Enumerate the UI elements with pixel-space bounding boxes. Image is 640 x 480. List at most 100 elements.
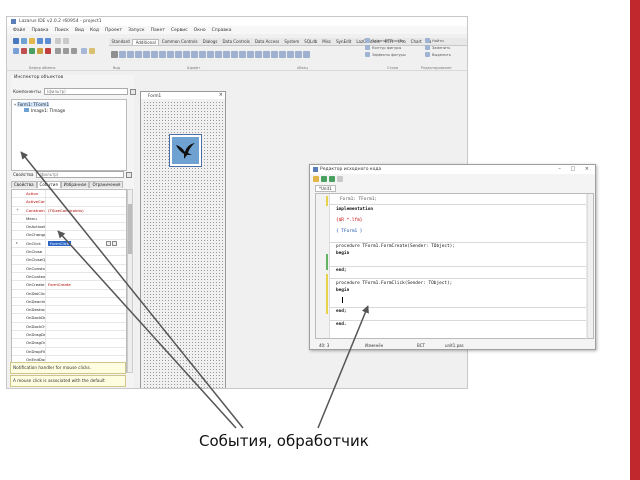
event-row[interactable]: OnDblClick — [12, 289, 126, 298]
component-icon[interactable] — [263, 50, 270, 58]
event-row[interactable]: ActiveControl — [12, 198, 126, 207]
code-line[interactable]: end; — [336, 268, 347, 273]
component-icon[interactable] — [247, 50, 254, 58]
component-icon[interactable] — [135, 50, 142, 58]
tab-data-controls[interactable]: Data Controls — [220, 39, 252, 44]
component-icon[interactable] — [239, 50, 246, 58]
event-row[interactable]: OnChangeBounds — [12, 231, 126, 240]
event-value[interactable]: (TSizeConstraints) — [46, 208, 84, 213]
code-line[interactable]: implementation — [336, 207, 373, 212]
history-icon[interactable] — [337, 176, 343, 182]
menu-run[interactable]: Запуск — [128, 28, 144, 33]
component-icon[interactable] — [287, 50, 294, 58]
component-icon[interactable] — [191, 50, 198, 58]
events-scrollbar[interactable] — [127, 189, 133, 373]
new-unit-icon[interactable] — [13, 38, 19, 44]
code-line[interactable]: begin — [336, 288, 349, 293]
component-icon[interactable] — [231, 50, 238, 58]
event-row[interactable]: OnCreate FormCreate — [12, 281, 126, 290]
menu-search[interactable]: Поиск — [55, 28, 69, 33]
window-controls[interactable]: – □ × — [558, 165, 593, 174]
code-line[interactable]: {$R *.lfm} — [336, 218, 362, 223]
tab-events[interactable]: События — [36, 181, 61, 188]
event-row[interactable]: OnContextPopup — [12, 272, 126, 282]
replace-button[interactable]: Заменить — [425, 45, 450, 50]
event-row[interactable]: Menu — [12, 214, 126, 224]
tab-dialogs[interactable]: Dialogs — [200, 39, 220, 44]
code-line[interactable]: procedure TForm1.FormCreate(Sender: TObj… — [336, 244, 455, 249]
tab-system[interactable]: System — [282, 39, 302, 44]
shape-outline-button[interactable]: Контур фигуры — [365, 45, 401, 50]
tab-unit1[interactable]: *Unit1 — [315, 185, 336, 192]
run-icon[interactable] — [29, 48, 35, 54]
save-icon[interactable] — [37, 38, 43, 44]
save-all-icon[interactable] — [45, 38, 51, 44]
shape-fill-button[interactable]: Заменит фиолан — [365, 38, 404, 43]
component-icon[interactable] — [215, 50, 222, 58]
event-row[interactable]: OnConstrainedResize — [12, 264, 126, 273]
menu-help[interactable]: Справка — [212, 28, 232, 33]
event-row[interactable]: OnDragDrop — [12, 331, 126, 340]
tab-sqldb[interactable]: SQLdb — [302, 39, 320, 44]
tab-data-access[interactable]: Data Access — [252, 39, 282, 44]
view-forms-icon[interactable] — [13, 48, 19, 54]
close-icon[interactable]: × — [219, 92, 223, 98]
scrollbar-thumb[interactable] — [128, 204, 132, 254]
event-row[interactable]: OnDockDrop — [12, 314, 126, 323]
build-icon[interactable] — [81, 48, 87, 54]
components-filter-input[interactable]: (фильтр) — [43, 88, 128, 95]
component-icon[interactable] — [183, 50, 190, 58]
chevron-down-icon[interactable] — [106, 240, 111, 246]
event-row[interactable]: + Constraints (TSizeConstraints) — [12, 206, 126, 215]
event-value[interactable]: FormClick — [46, 240, 72, 246]
tab-misc[interactable]: Misc — [320, 39, 334, 44]
component-icon[interactable] — [223, 50, 230, 58]
menu-project[interactable]: Проект — [105, 28, 122, 33]
event-row[interactable]: OnDockOver — [12, 322, 126, 332]
find-button[interactable]: Найти — [425, 38, 444, 43]
clear-filter-button[interactable] — [129, 88, 136, 95]
design-grid[interactable] — [143, 101, 223, 388]
event-row[interactable]: OnActivate — [12, 223, 126, 232]
new-form-icon[interactable] — [21, 38, 27, 44]
component-icon[interactable] — [255, 50, 262, 58]
component-icon[interactable] — [143, 50, 150, 58]
tab-synedit[interactable]: SynEdit — [334, 39, 354, 44]
component-icon[interactable] — [167, 50, 174, 58]
tree-item-image1[interactable]: Image1: TImage — [14, 108, 124, 114]
component-icon[interactable] — [207, 50, 214, 58]
event-row[interactable]: OnCloseQuery — [12, 256, 126, 265]
select-button[interactable]: Выделить — [425, 52, 451, 57]
event-row[interactable]: OnDestroy — [12, 306, 126, 315]
component-icon[interactable] — [199, 50, 206, 58]
options-icon[interactable] — [89, 48, 95, 54]
open-icon[interactable] — [29, 38, 35, 44]
component-icon[interactable] — [159, 50, 166, 58]
step-out-icon[interactable] — [71, 48, 77, 54]
code-line[interactable]: begin — [336, 251, 349, 256]
jump-forward-icon[interactable] — [329, 176, 335, 182]
component-icon[interactable] — [151, 50, 158, 58]
code-line[interactable]: procedure TForm1.FormClick(Sender: TObje… — [336, 281, 452, 286]
event-value[interactable]: FormCreate — [46, 282, 71, 287]
image1-component[interactable] — [169, 134, 202, 167]
event-row[interactable]: OnDeactivate — [12, 297, 126, 307]
jump-back-icon[interactable] — [321, 176, 327, 182]
tab-standard[interactable]: Standard — [109, 39, 132, 44]
tab-common-controls[interactable]: Common Controls — [159, 39, 200, 44]
menu-package[interactable]: Пакет — [151, 28, 165, 33]
event-row[interactable]: OnClose — [12, 248, 126, 257]
code-line[interactable]: end; — [336, 309, 347, 314]
event-row[interactable]: Action — [12, 190, 126, 199]
pause-icon[interactable] — [37, 48, 43, 54]
component-icon[interactable] — [119, 50, 126, 58]
event-row[interactable]: OnDropFiles — [12, 347, 126, 356]
component-icon[interactable] — [127, 50, 134, 58]
toggle-form-icon[interactable] — [55, 38, 61, 44]
menu-tools[interactable]: Сервис — [171, 28, 188, 33]
open-icon[interactable] — [313, 176, 319, 182]
menu-view[interactable]: Вид — [75, 28, 84, 33]
code-line[interactable]: { TForm1 } — [336, 229, 362, 234]
component-icon[interactable] — [279, 50, 286, 58]
ellipsis-button[interactable] — [112, 240, 117, 246]
